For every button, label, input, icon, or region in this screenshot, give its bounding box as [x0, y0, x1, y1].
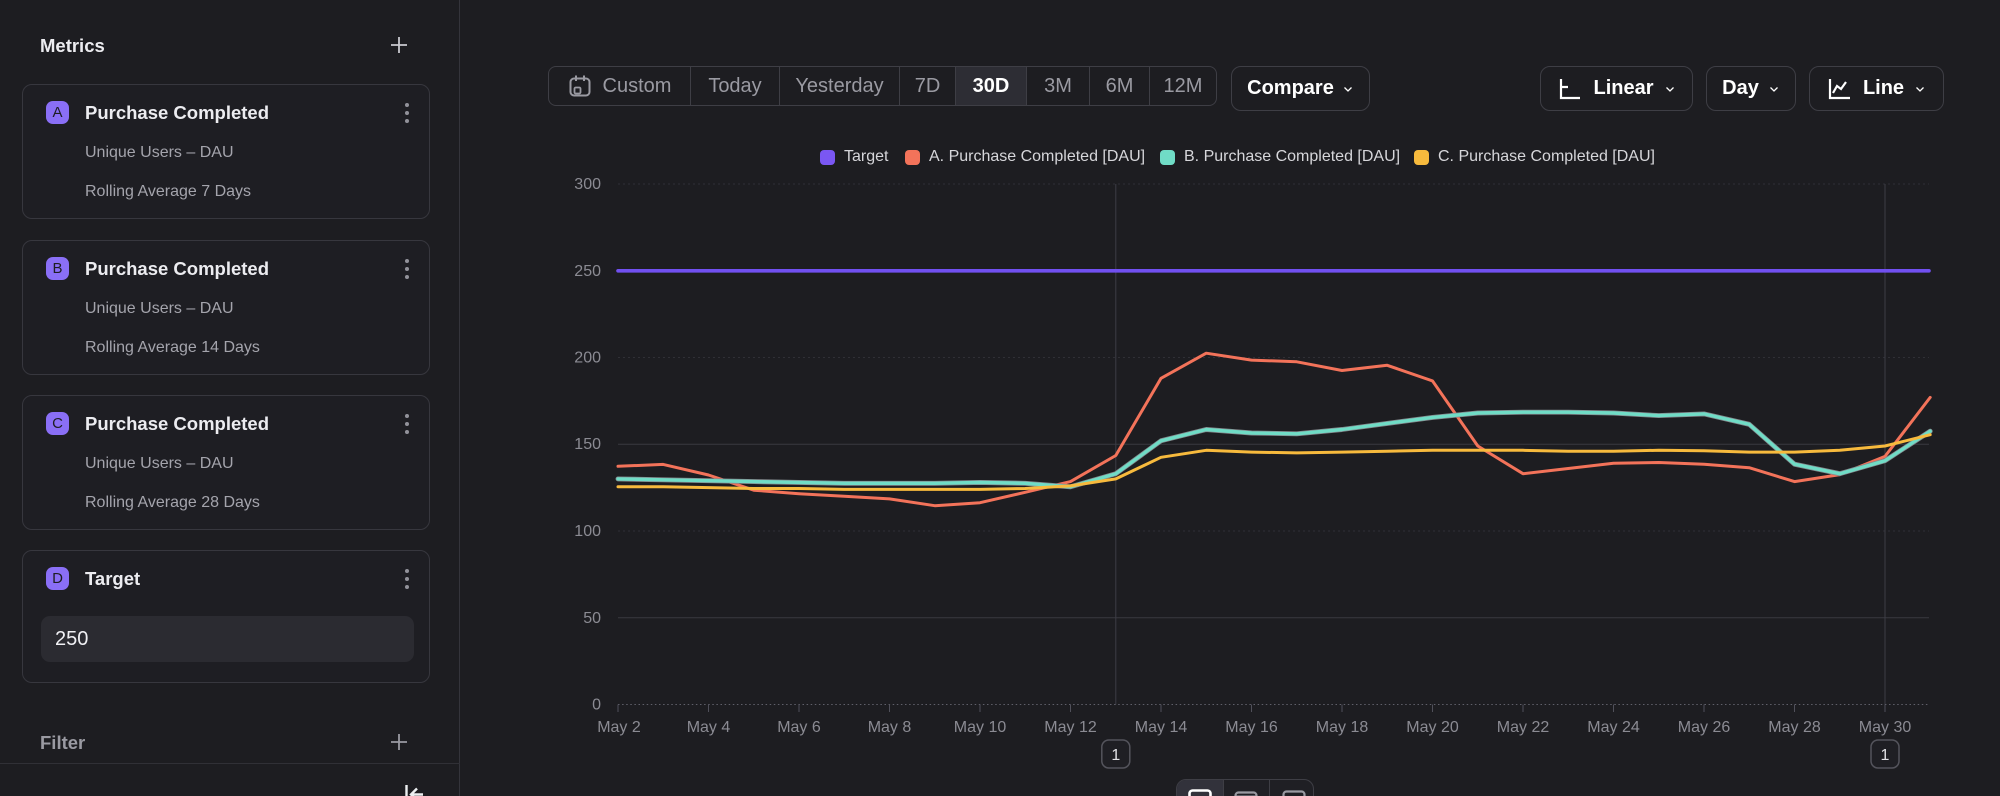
svg-text:May 2: May 2: [597, 719, 641, 736]
svg-text:May 18: May 18: [1316, 719, 1369, 736]
svg-text:300: 300: [574, 176, 601, 193]
svg-text:May 6: May 6: [777, 719, 821, 736]
svg-text:1: 1: [1881, 747, 1890, 764]
svg-text:0: 0: [592, 697, 601, 714]
svg-text:150: 150: [574, 436, 601, 453]
svg-text:100: 100: [574, 523, 601, 540]
svg-text:May 8: May 8: [868, 719, 912, 736]
svg-text:200: 200: [574, 350, 601, 367]
svg-text:May 30: May 30: [1859, 719, 1912, 736]
svg-text:May 22: May 22: [1497, 719, 1550, 736]
svg-text:May 26: May 26: [1678, 719, 1731, 736]
svg-text:May 16: May 16: [1225, 719, 1278, 736]
svg-text:May 10: May 10: [954, 719, 1007, 736]
svg-text:May 4: May 4: [687, 719, 731, 736]
svg-text:May 28: May 28: [1768, 719, 1821, 736]
svg-text:50: 50: [583, 610, 601, 627]
svg-text:1: 1: [1111, 747, 1120, 764]
svg-text:May 24: May 24: [1587, 719, 1640, 736]
svg-text:May 20: May 20: [1406, 719, 1459, 736]
svg-text:250: 250: [574, 263, 601, 280]
svg-text:May 12: May 12: [1044, 719, 1097, 736]
svg-text:May 14: May 14: [1135, 719, 1188, 736]
